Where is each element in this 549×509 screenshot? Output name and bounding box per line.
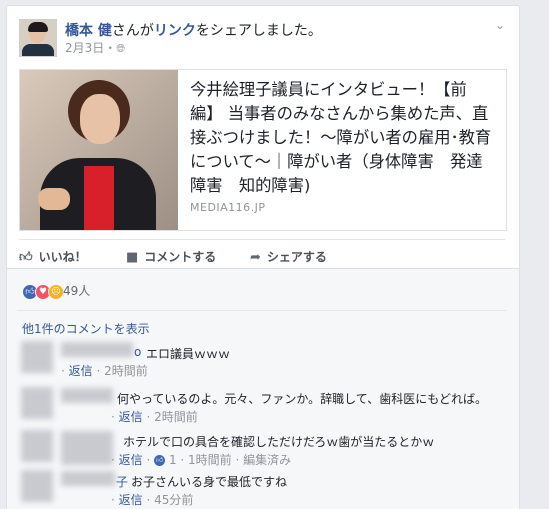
comment-time[interactable]: 2時間前	[104, 364, 148, 378]
author-avatar[interactable]	[19, 19, 57, 57]
link-preview-image[interactable]	[20, 70, 178, 230]
commenter-name[interactable]	[61, 342, 133, 357]
divider	[17, 310, 507, 311]
reaction-count[interactable]: 49人	[63, 282, 90, 299]
post-actions-bar: 👍︎ いいね！ ■ コメントする ➦ シェアする	[19, 244, 505, 268]
share-arrow-icon: ➦	[250, 250, 261, 265]
like-count-icon: 👍︎	[154, 455, 166, 466]
view-more-comments-link[interactable]: 他1件のコメントを表示	[22, 320, 150, 337]
comment-time[interactable]: 2時間前	[154, 410, 198, 424]
link-preview-domain: MEDIA116.JP	[190, 201, 266, 214]
globe-icon[interactable]: 🌐︎	[116, 42, 125, 55]
speech-bubble-icon: ■	[126, 250, 139, 265]
comment-time[interactable]: 1時間前	[188, 453, 232, 467]
reply-link[interactable]: 返信	[119, 493, 143, 507]
feed-post-card: 橋本 健さんがリンクをシェアしました。 2月3日・🌐︎ ⌄ 今井絵理子議員にイン…	[6, 5, 520, 509]
comment-item: 子 お子さんいる身で最低ですね · 返信 · 45分前	[21, 470, 511, 507]
comment-item: 何やっているのよ。元々、ファンか。辞職して、歯科医にもどれば。 · 返信 · 2…	[21, 387, 511, 424]
comment-text: ホテルで口の具合を確認しただけだろｗ歯が当たるとかｗ	[123, 435, 435, 449]
like-button[interactable]: 👍︎ いいね！	[19, 248, 87, 265]
comment-button[interactable]: ■ コメントする	[126, 248, 216, 265]
divider	[7, 268, 519, 269]
link-preview-title[interactable]: 今井絵理子議員にインタビュー！【前編】 当事者のみなさんから集めた声、直接ぶつけ…	[190, 78, 496, 198]
commenter-avatar[interactable]	[21, 430, 53, 462]
post-headline: 橋本 健さんがリンクをシェアしました。	[65, 23, 322, 39]
post-date-link[interactable]: 2月3日	[65, 41, 104, 55]
comment-item: o エロ議員ｗｗｗ · 返信 · 2時間前	[21, 341, 511, 378]
post-meta: 2月3日・🌐︎	[65, 41, 126, 55]
reaction-icons[interactable]: 👍︎ ♥ ☹	[22, 281, 64, 300]
commenter-avatar[interactable]	[21, 341, 53, 373]
reply-link[interactable]: 返信	[69, 364, 93, 378]
thumbs-up-icon: 👍︎	[19, 250, 33, 265]
comments-section: 👍︎ ♥ ☹ 49人 他1件のコメントを表示 o エロ議員ｗｗｗ · 返信 · 2時…	[7, 268, 519, 509]
comment-text: お子さんいる身で最低ですね	[131, 475, 288, 489]
link-preview[interactable]: 今井絵理子議員にインタビュー！【前編】 当事者のみなさんから集めた声、直接ぶつけ…	[19, 69, 507, 231]
commenter-avatar[interactable]	[21, 470, 53, 502]
edited-label[interactable]: 編集済み	[243, 453, 291, 467]
commenter-name[interactable]	[61, 431, 113, 465]
angry-reaction-icon: ☹	[48, 283, 64, 300]
comment-like-count[interactable]: 1	[169, 453, 177, 467]
comment-time[interactable]: 45分前	[154, 493, 193, 507]
post-options-chevron-icon[interactable]: ⌄	[495, 18, 505, 32]
reply-link[interactable]: 返信	[119, 453, 143, 467]
comment-item: ホテルで口の具合を確認しただけだろｗ歯が当たるとかｗ · 返信 · 👍︎ 1 ·…	[21, 430, 511, 467]
comment-text: エロ議員ｗｗｗ	[146, 347, 231, 361]
commenter-name[interactable]	[61, 471, 115, 486]
commenter-avatar[interactable]	[21, 387, 53, 419]
link-word-link[interactable]: リンク	[154, 23, 196, 39]
author-name-link[interactable]: 橋本 健	[65, 23, 112, 39]
share-button[interactable]: ➦ シェアする	[250, 248, 327, 265]
reply-link[interactable]: 返信	[119, 410, 143, 424]
divider	[19, 239, 505, 240]
comment-text: 何やっているのよ。元々、ファンか。辞職して、歯科医にもどれば。	[117, 392, 487, 406]
commenter-name[interactable]	[61, 388, 113, 403]
